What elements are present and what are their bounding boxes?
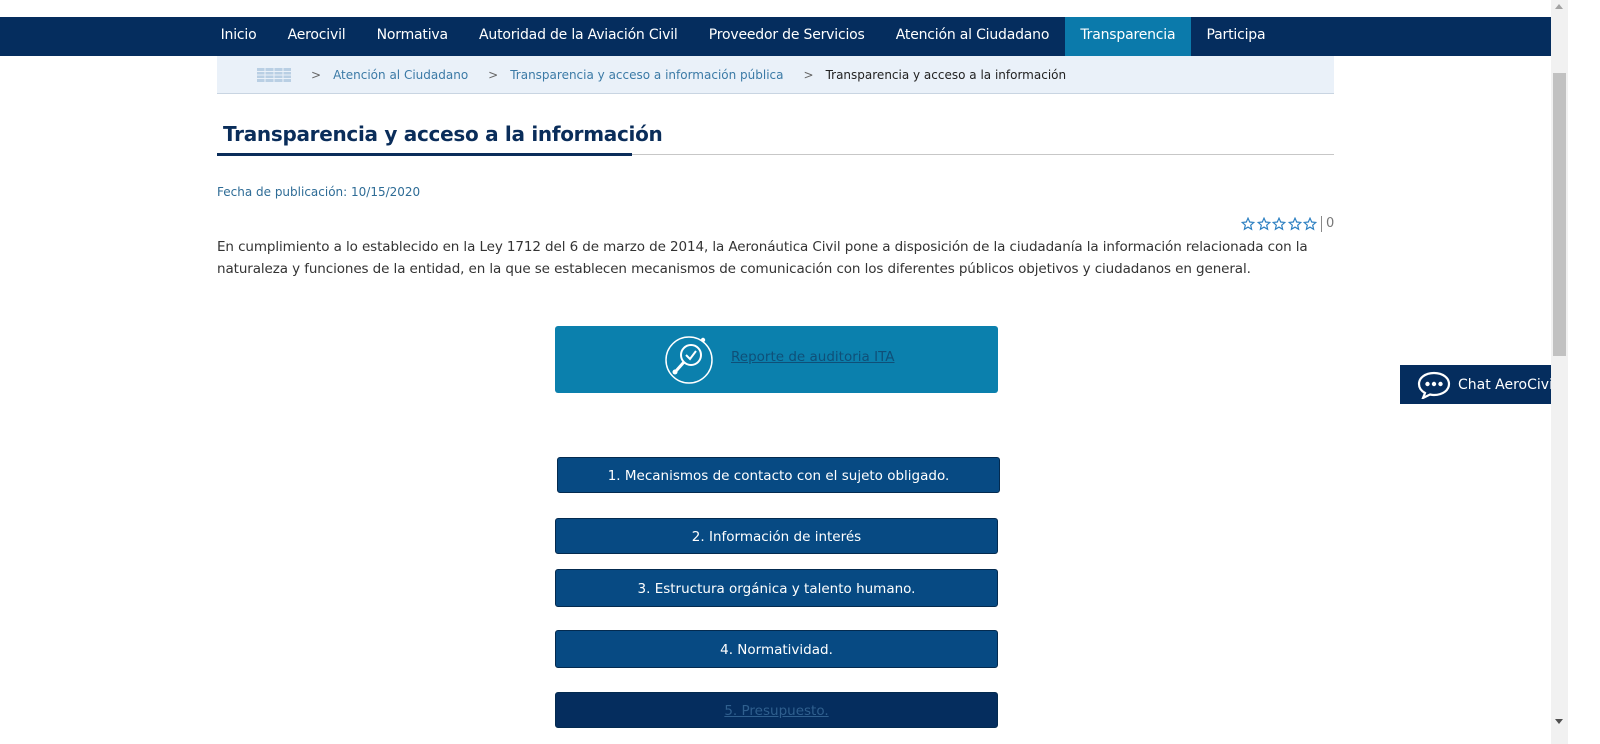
breadcrumb-separator: >: [803, 67, 814, 82]
nav-item-transparencia[interactable]: Transparencia: [1064, 17, 1191, 56]
nav-item-autoridad[interactable]: Autoridad de la Aviación Civil: [463, 17, 693, 56]
chat-aerocivil-button[interactable]: Chat AeroCivil: [1400, 365, 1567, 404]
section-button-presupuesto[interactable]: 5. Presupuesto.: [555, 692, 998, 728]
nav-item-atencion[interactable]: Atención al Ciudadano: [880, 17, 1065, 56]
chat-bubble-icon: [1417, 371, 1451, 399]
breadcrumb-current: Transparencia y acceso a la información: [825, 67, 1067, 82]
intro-paragraph: En cumplimiento a lo establecido en la L…: [217, 239, 1308, 277]
scroll-down-arrow-icon[interactable]: [1555, 719, 1563, 724]
nav-item-aerocivil[interactable]: Aerocivil: [272, 17, 361, 56]
star-icon[interactable]: [1287, 217, 1302, 231]
breadcrumb: > Atención al Ciudadano > Transparencia …: [217, 56, 1334, 94]
section-button-normatividad[interactable]: 4. Normatividad.: [555, 630, 998, 668]
nav-item-proveedor[interactable]: Proveedor de Servicios: [693, 17, 880, 56]
scrollbar-thumb[interactable]: [1553, 73, 1566, 356]
nav-item-inicio[interactable]: Inicio: [205, 17, 272, 56]
rating-count: 0: [1320, 216, 1334, 232]
ita-report-label[interactable]: Reporte de auditoria ITA: [731, 349, 895, 365]
ita-report-button[interactable]: Reporte de auditoria ITA: [555, 326, 998, 393]
title-accent-bar: [217, 153, 632, 156]
section-button-contacto[interactable]: 1. Mecanismos de contacto con el sujeto …: [557, 457, 1000, 493]
breadcrumb-separator: >: [311, 67, 322, 82]
publication-date: Fecha de publicación: 10/15/2020: [217, 185, 421, 199]
nav-item-normativa[interactable]: Normativa: [361, 17, 463, 56]
search-clock-icon: [665, 336, 713, 384]
star-icon[interactable]: [1272, 217, 1287, 231]
scroll-up-arrow-icon[interactable]: [1555, 4, 1563, 9]
top-navigation-bar: Inicio Aerocivil Normativa Autoridad de …: [0, 17, 1551, 56]
chat-label: Chat AeroCivil: [1458, 376, 1557, 393]
nav-item-participa[interactable]: Participa: [1191, 17, 1281, 56]
star-icon[interactable]: [1303, 217, 1318, 231]
vertical-scrollbar[interactable]: [1551, 0, 1568, 744]
section-button-estructura[interactable]: 3. Estructura orgánica y talento humano.: [555, 569, 998, 607]
page-title: Transparencia y acceso a la información: [223, 122, 663, 146]
breadcrumb-transparencia-publica[interactable]: Transparencia y acceso a información púb…: [510, 68, 783, 82]
star-icon[interactable]: [1241, 217, 1255, 231]
breadcrumb-atencion[interactable]: Atención al Ciudadano: [333, 68, 468, 82]
rating-widget: 0: [1241, 216, 1334, 232]
breadcrumb-separator: >: [488, 67, 499, 82]
section-button-informacion[interactable]: 2. Información de interés: [555, 518, 998, 554]
main-nav: Inicio Aerocivil Normativa Autoridad de …: [205, 17, 1281, 56]
home-icon[interactable]: [257, 67, 291, 82]
star-icon[interactable]: [1256, 217, 1271, 231]
